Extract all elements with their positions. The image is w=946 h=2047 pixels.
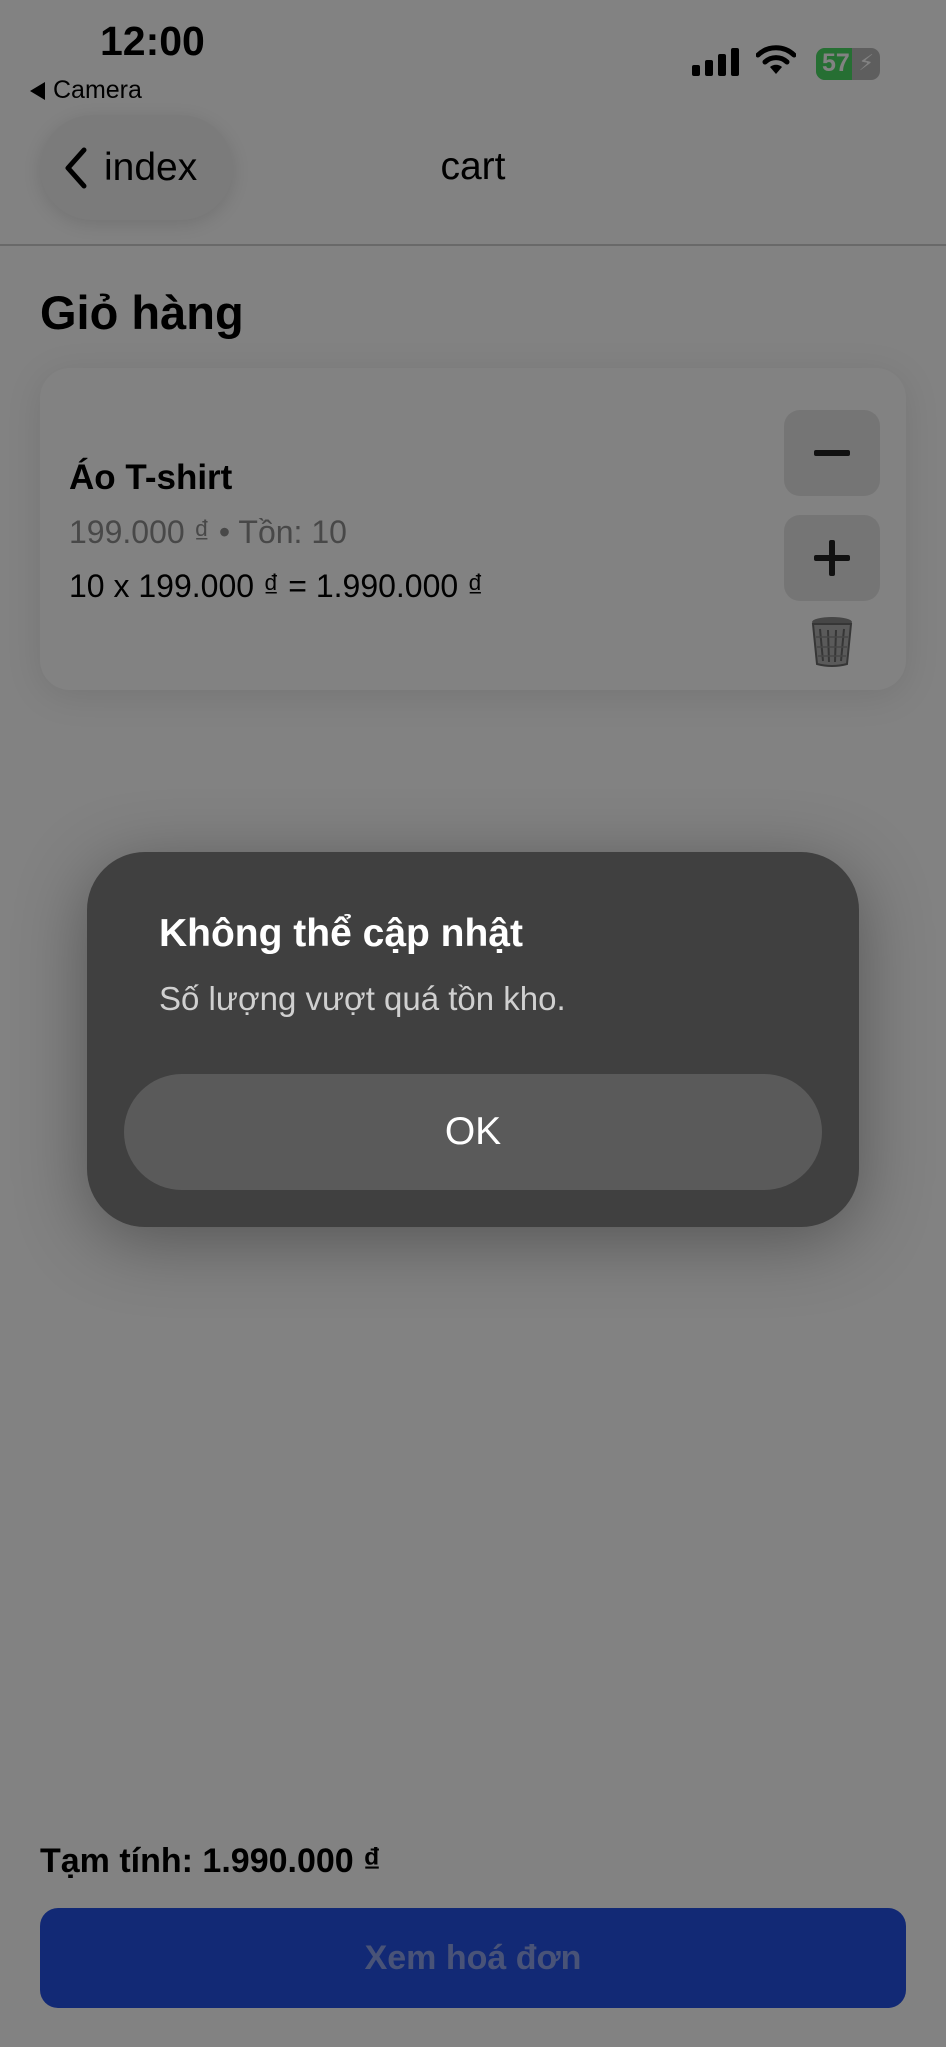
alert-dialog: Không thể cập nhật Số lượng vượt quá tồn… xyxy=(87,852,859,1227)
cart-screen: 12:00 Camera 57 ⚡ index cart Giỏ hàng Áo… xyxy=(0,0,946,2047)
alert-ok-button[interactable]: OK xyxy=(124,1074,822,1190)
alert-message: Số lượng vượt quá tồn kho. xyxy=(159,980,566,1017)
alert-title: Không thể cập nhật xyxy=(159,912,523,955)
